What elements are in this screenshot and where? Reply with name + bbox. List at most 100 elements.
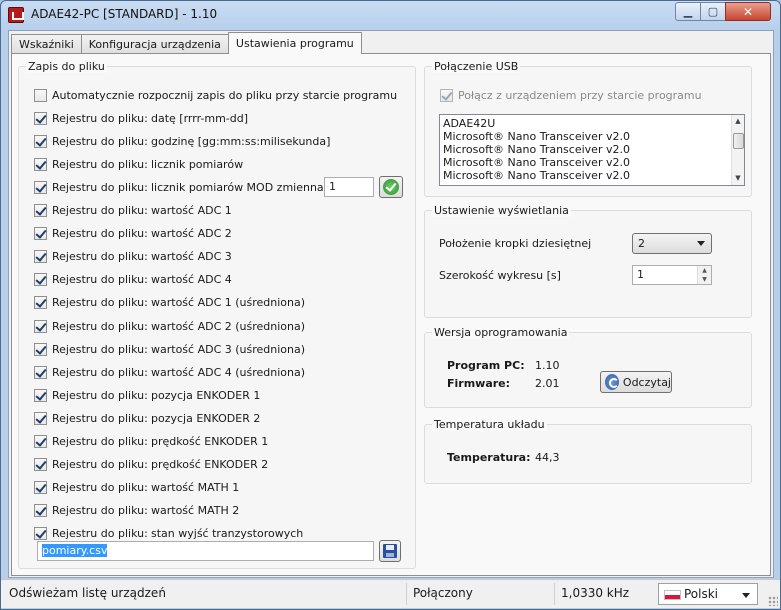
spin-up-icon[interactable]: ▲ (698, 266, 711, 275)
status-divider (554, 583, 555, 605)
log-field-prefix: Rejestru do pliku: (52, 503, 148, 517)
log-field-prefix: Rejestru do pliku: (52, 112, 148, 125)
client-area: Wskaźniki Konfiguracja urządzenia Ustawi… (8, 30, 774, 578)
log-field-label: wartość MATH 2 (151, 503, 240, 517)
minimize-button[interactable]: ▁ (675, 2, 701, 21)
save-file-button[interactable] (379, 540, 401, 562)
device-list-item[interactable]: Microsoft® Nano Transceiver v2.0 (440, 130, 744, 143)
status-bar: Odświeżam listę urządzeń Połączony 1,033… (1, 579, 780, 608)
maximize-icon: ▢ (707, 5, 719, 18)
scroll-thumb[interactable] (733, 133, 744, 149)
log-field-prefix: Rejestru do pliku: (52, 365, 148, 379)
mod-value-input[interactable]: 1 (324, 177, 374, 198)
temperature-group: Temperatura układu Temperatura: 44,3 (424, 418, 752, 484)
maximize-button[interactable]: ▢ (700, 2, 726, 21)
autoconnect-checkbox[interactable] (440, 89, 453, 102)
log-field-prefix: Rejestru do pliku: (52, 158, 148, 172)
settings-panel: Zapis do pliku Automatycznie rozpocznij … (11, 53, 771, 576)
scroll-up-icon[interactable]: ▲ (732, 115, 744, 128)
device-list-scrollbar[interactable]: ▲ ▼ (731, 115, 744, 185)
log-field-checkbox[interactable] (34, 434, 47, 448)
tab-ustawienia[interactable]: Ustawienia programu (227, 32, 362, 54)
log-field-checkbox[interactable] (34, 296, 47, 310)
autoconnect-label: Połącz z urządzeniem przy starcie progra… (458, 89, 702, 102)
log-field-prefix: Rejestru do pliku: (52, 227, 148, 241)
log-field-prefix: Rejestru do pliku: (52, 434, 148, 448)
log-field-checkbox[interactable] (34, 365, 47, 379)
log-field-label: wartość MATH 1 (151, 480, 240, 494)
firmware-group: Wersja oprogramowania Program PC: 1.10 F… (424, 326, 752, 408)
scroll-down-icon[interactable]: ▼ (732, 172, 744, 185)
device-list-item[interactable]: Microsoft® Nano Transceiver v2.0 (440, 156, 744, 169)
temperature-value: 44,3 (535, 451, 560, 464)
log-field-label: prędkość ENKODER 1 (151, 434, 269, 448)
chart-width-spinner[interactable]: 1 ▲ ▼ (632, 265, 712, 285)
resize-grip[interactable] (768, 596, 778, 606)
status-divider (406, 583, 407, 605)
polish-flag-icon (664, 590, 681, 600)
log-field-prefix: Rejestru do pliku: (52, 411, 148, 425)
log-field-checkbox[interactable] (34, 319, 47, 333)
filename-value: pomiary.csv (42, 544, 108, 557)
pc-version-label: Program PC: (447, 359, 525, 372)
decimal-label: Położenie kropki dziesiętnej (439, 237, 592, 250)
log-field-prefix: Rejestru do pliku: (52, 480, 148, 494)
display-group-title: Ustawienie wyświetlania (432, 204, 571, 217)
log-field-checkbox[interactable] (34, 204, 47, 218)
title-bar[interactable]: ADAE42-PC [STANDARD] - 1.10 ▁ ▢ ✕ (1, 1, 780, 29)
log-field-label: wartość ADC 2 (151, 227, 232, 241)
log-field-checkbox[interactable] (34, 112, 47, 125)
device-list-item[interactable]: Microsoft® Nano Transceiver v2.0 (440, 169, 744, 182)
check-icon (383, 179, 399, 196)
confirm-mod-button[interactable] (379, 176, 403, 199)
language-value: Polski (684, 587, 719, 601)
log-field-label: wartość ADC 1 (151, 204, 232, 218)
log-field-checkbox[interactable] (34, 250, 47, 264)
language-select[interactable]: Polski (658, 583, 758, 605)
autostart-checkbox[interactable] (34, 89, 47, 102)
spinner-buttons[interactable]: ▲ ▼ (697, 266, 711, 284)
window-title: ADAE42-PC [STANDARD] - 1.10 (31, 7, 218, 21)
log-field-label: wartość ADC 1 (uśredniona) (151, 296, 306, 310)
firmware-group-title: Wersja oprogramowania (432, 326, 570, 339)
log-group-title: Zapis do pliku (26, 60, 107, 73)
tab-wskazniki[interactable]: Wskaźniki (11, 34, 82, 54)
log-field-label: wartość ADC 4 (151, 273, 232, 287)
log-field-prefix: Rejestru do pliku: (52, 250, 148, 264)
spin-down-icon[interactable]: ▼ (698, 275, 711, 284)
log-field-checkbox[interactable] (34, 503, 47, 517)
log-field-label: wartość ADC 3 (uśredniona) (151, 342, 306, 356)
main-window: ADAE42-PC [STANDARD] - 1.10 ▁ ▢ ✕ Wskaźn… (0, 0, 781, 610)
log-field-checkbox[interactable] (34, 135, 47, 148)
log-field-checkbox[interactable] (34, 273, 47, 287)
device-list-item[interactable]: ADAE42U (440, 117, 744, 130)
log-field-label: wartość ADC 2 (uśredniona) (151, 319, 306, 333)
log-field-label: stan wyjść tranzystorowych (151, 526, 304, 540)
decimal-select[interactable]: 2 (632, 233, 712, 254)
log-field-checkbox[interactable] (34, 411, 47, 425)
log-field-prefix: Rejestru do pliku: (52, 135, 148, 148)
log-field-checkbox[interactable] (34, 480, 47, 494)
log-field-label: pozycja ENKODER 2 (151, 411, 261, 425)
device-list-item[interactable]: Microsoft® Nano Transceiver v2.0 (440, 143, 744, 156)
log-field-prefix: Rejestru do pliku: (52, 526, 148, 540)
log-field-checkbox[interactable] (34, 181, 47, 195)
close-button[interactable]: ✕ (725, 2, 771, 21)
log-field-checkbox[interactable] (34, 227, 47, 241)
filename-input[interactable]: pomiary.csv (37, 541, 374, 561)
log-field-checkbox[interactable] (34, 388, 47, 402)
tab-konfiguracja[interactable]: Konfiguracja urządzenia (80, 34, 229, 54)
log-field-label: licznik pomiarów (151, 158, 244, 172)
frequency-status: 1,0330 kHz (561, 586, 630, 600)
read-firmware-button[interactable]: Odczytaj (600, 371, 672, 393)
log-field-checkbox[interactable] (34, 158, 47, 172)
log-field-prefix: Rejestru do pliku: (52, 388, 148, 402)
log-field-checkbox[interactable] (34, 457, 47, 471)
log-field-label: wartość ADC 4 (uśredniona) (151, 365, 306, 379)
device-list[interactable]: ADAE42U Microsoft® Nano Transceiver v2.0 M… (439, 114, 745, 186)
log-field-label: godzinę [gg:mm:ss:milisekunda] (151, 135, 331, 148)
tab-bar: Wskaźniki Konfiguracja urządzenia Ustawi… (11, 32, 362, 54)
log-field-checkbox[interactable] (34, 342, 47, 356)
log-field-checkbox[interactable] (34, 526, 47, 540)
connection-status: Połączony (413, 586, 473, 600)
